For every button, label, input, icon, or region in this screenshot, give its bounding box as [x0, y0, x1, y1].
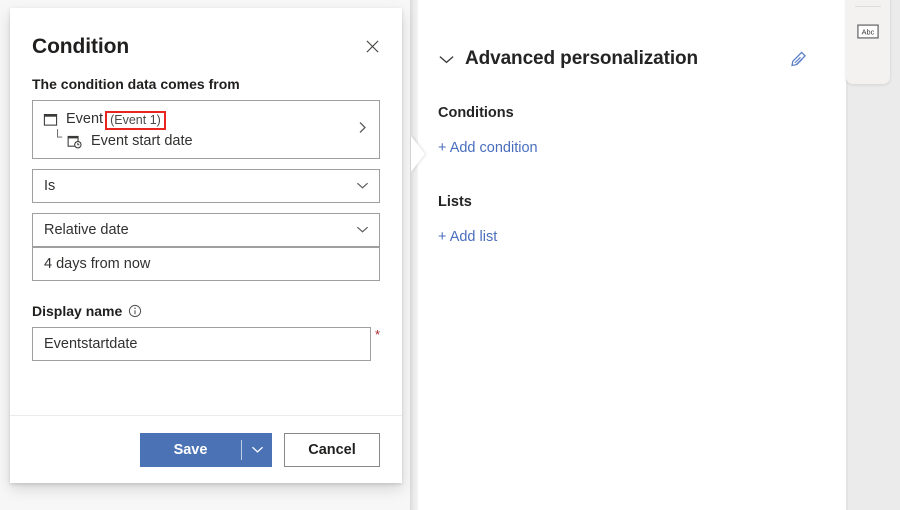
callout-beak — [411, 136, 425, 172]
dialog-footer: Save Cancel — [10, 415, 402, 483]
save-button[interactable]: Save — [140, 433, 272, 467]
save-menu-button[interactable] — [242, 433, 272, 467]
chevron-down-icon — [356, 181, 369, 190]
screen-root: Abc Condition The condition data comes f… — [0, 0, 900, 510]
source-entity-name: Event — [66, 111, 103, 127]
tree-elbow-glyph: └ — [53, 132, 67, 142]
source-entity-qualifier: (Event 1) — [105, 111, 166, 130]
source-attribute-row: └ Event start date — [43, 130, 369, 152]
display-name-label: Display name — [32, 303, 380, 319]
source-expand-button[interactable] — [357, 119, 368, 140]
chevron-down-icon — [251, 445, 264, 454]
value-type-caret — [356, 222, 369, 238]
cancel-button[interactable]: Cancel — [284, 433, 380, 467]
relative-value-text: 4 days from now — [44, 256, 150, 272]
svg-text:Abc: Abc — [862, 27, 875, 36]
display-name-row: Eventstartdate * — [32, 327, 380, 361]
display-name-input[interactable]: Eventstartdate — [32, 327, 371, 361]
source-entity-row: Event (Event 1) — [43, 109, 369, 129]
condition-dialog: Condition The condition data comes from … — [10, 8, 402, 483]
source-field-label: The condition data comes from — [32, 76, 380, 92]
source-field-label-text: The condition data comes from — [32, 76, 240, 92]
value-type-dropdown[interactable]: Relative date — [32, 213, 380, 247]
add-condition-link[interactable]: + Add condition — [438, 140, 538, 156]
dialog-header: Condition — [10, 8, 402, 76]
required-marker: * — [375, 328, 380, 342]
calendar-clock-icon — [67, 134, 82, 149]
operator-value: Is — [44, 178, 55, 194]
chevron-down-icon — [356, 225, 369, 234]
abc-text-icon: Abc — [857, 24, 879, 39]
edit-section-button[interactable] — [789, 50, 808, 69]
tool-rail-divider — [855, 6, 881, 7]
dialog-body: The condition data comes from Event (Eve… — [10, 76, 402, 415]
display-name-value: Eventstartdate — [44, 336, 138, 352]
close-icon — [365, 39, 380, 54]
condition-source-picker[interactable]: Event (Event 1) └ Event start date — [32, 100, 380, 159]
source-attribute-name: Event start date — [91, 133, 193, 149]
brush-tip-icon-button[interactable] — [852, 0, 884, 2]
save-button-label: Save — [140, 433, 241, 467]
info-circle-icon — [128, 304, 142, 318]
operator-caret — [356, 178, 369, 194]
close-button[interactable] — [356, 30, 388, 62]
calendar-icon — [43, 112, 58, 127]
conditions-heading: Conditions — [438, 105, 514, 121]
chevron-down-icon — [438, 54, 455, 65]
advanced-personalization-panel: Advanced personalization Conditions + Ad… — [438, 0, 830, 510]
cancel-button-label: Cancel — [308, 442, 356, 458]
backdrop-edge — [410, 0, 418, 510]
lists-heading: Lists — [438, 194, 472, 210]
text-tool-button[interactable]: Abc — [852, 15, 884, 47]
info-icon[interactable] — [128, 304, 142, 318]
value-type-value: Relative date — [44, 222, 129, 238]
display-name-label-text: Display name — [32, 303, 122, 319]
section-title: Advanced personalization — [465, 48, 698, 70]
right-tool-rail: Abc — [846, 0, 890, 84]
page-title: Condition — [32, 35, 129, 59]
chevron-right-icon — [357, 119, 368, 135]
add-list-link[interactable]: + Add list — [438, 229, 497, 245]
edit-pencil-icon — [789, 50, 808, 69]
section-header[interactable]: Advanced personalization — [438, 48, 830, 70]
operator-dropdown[interactable]: Is — [32, 169, 380, 203]
collapse-section-button[interactable] — [438, 54, 455, 65]
relative-value-field[interactable]: 4 days from now — [32, 247, 380, 281]
